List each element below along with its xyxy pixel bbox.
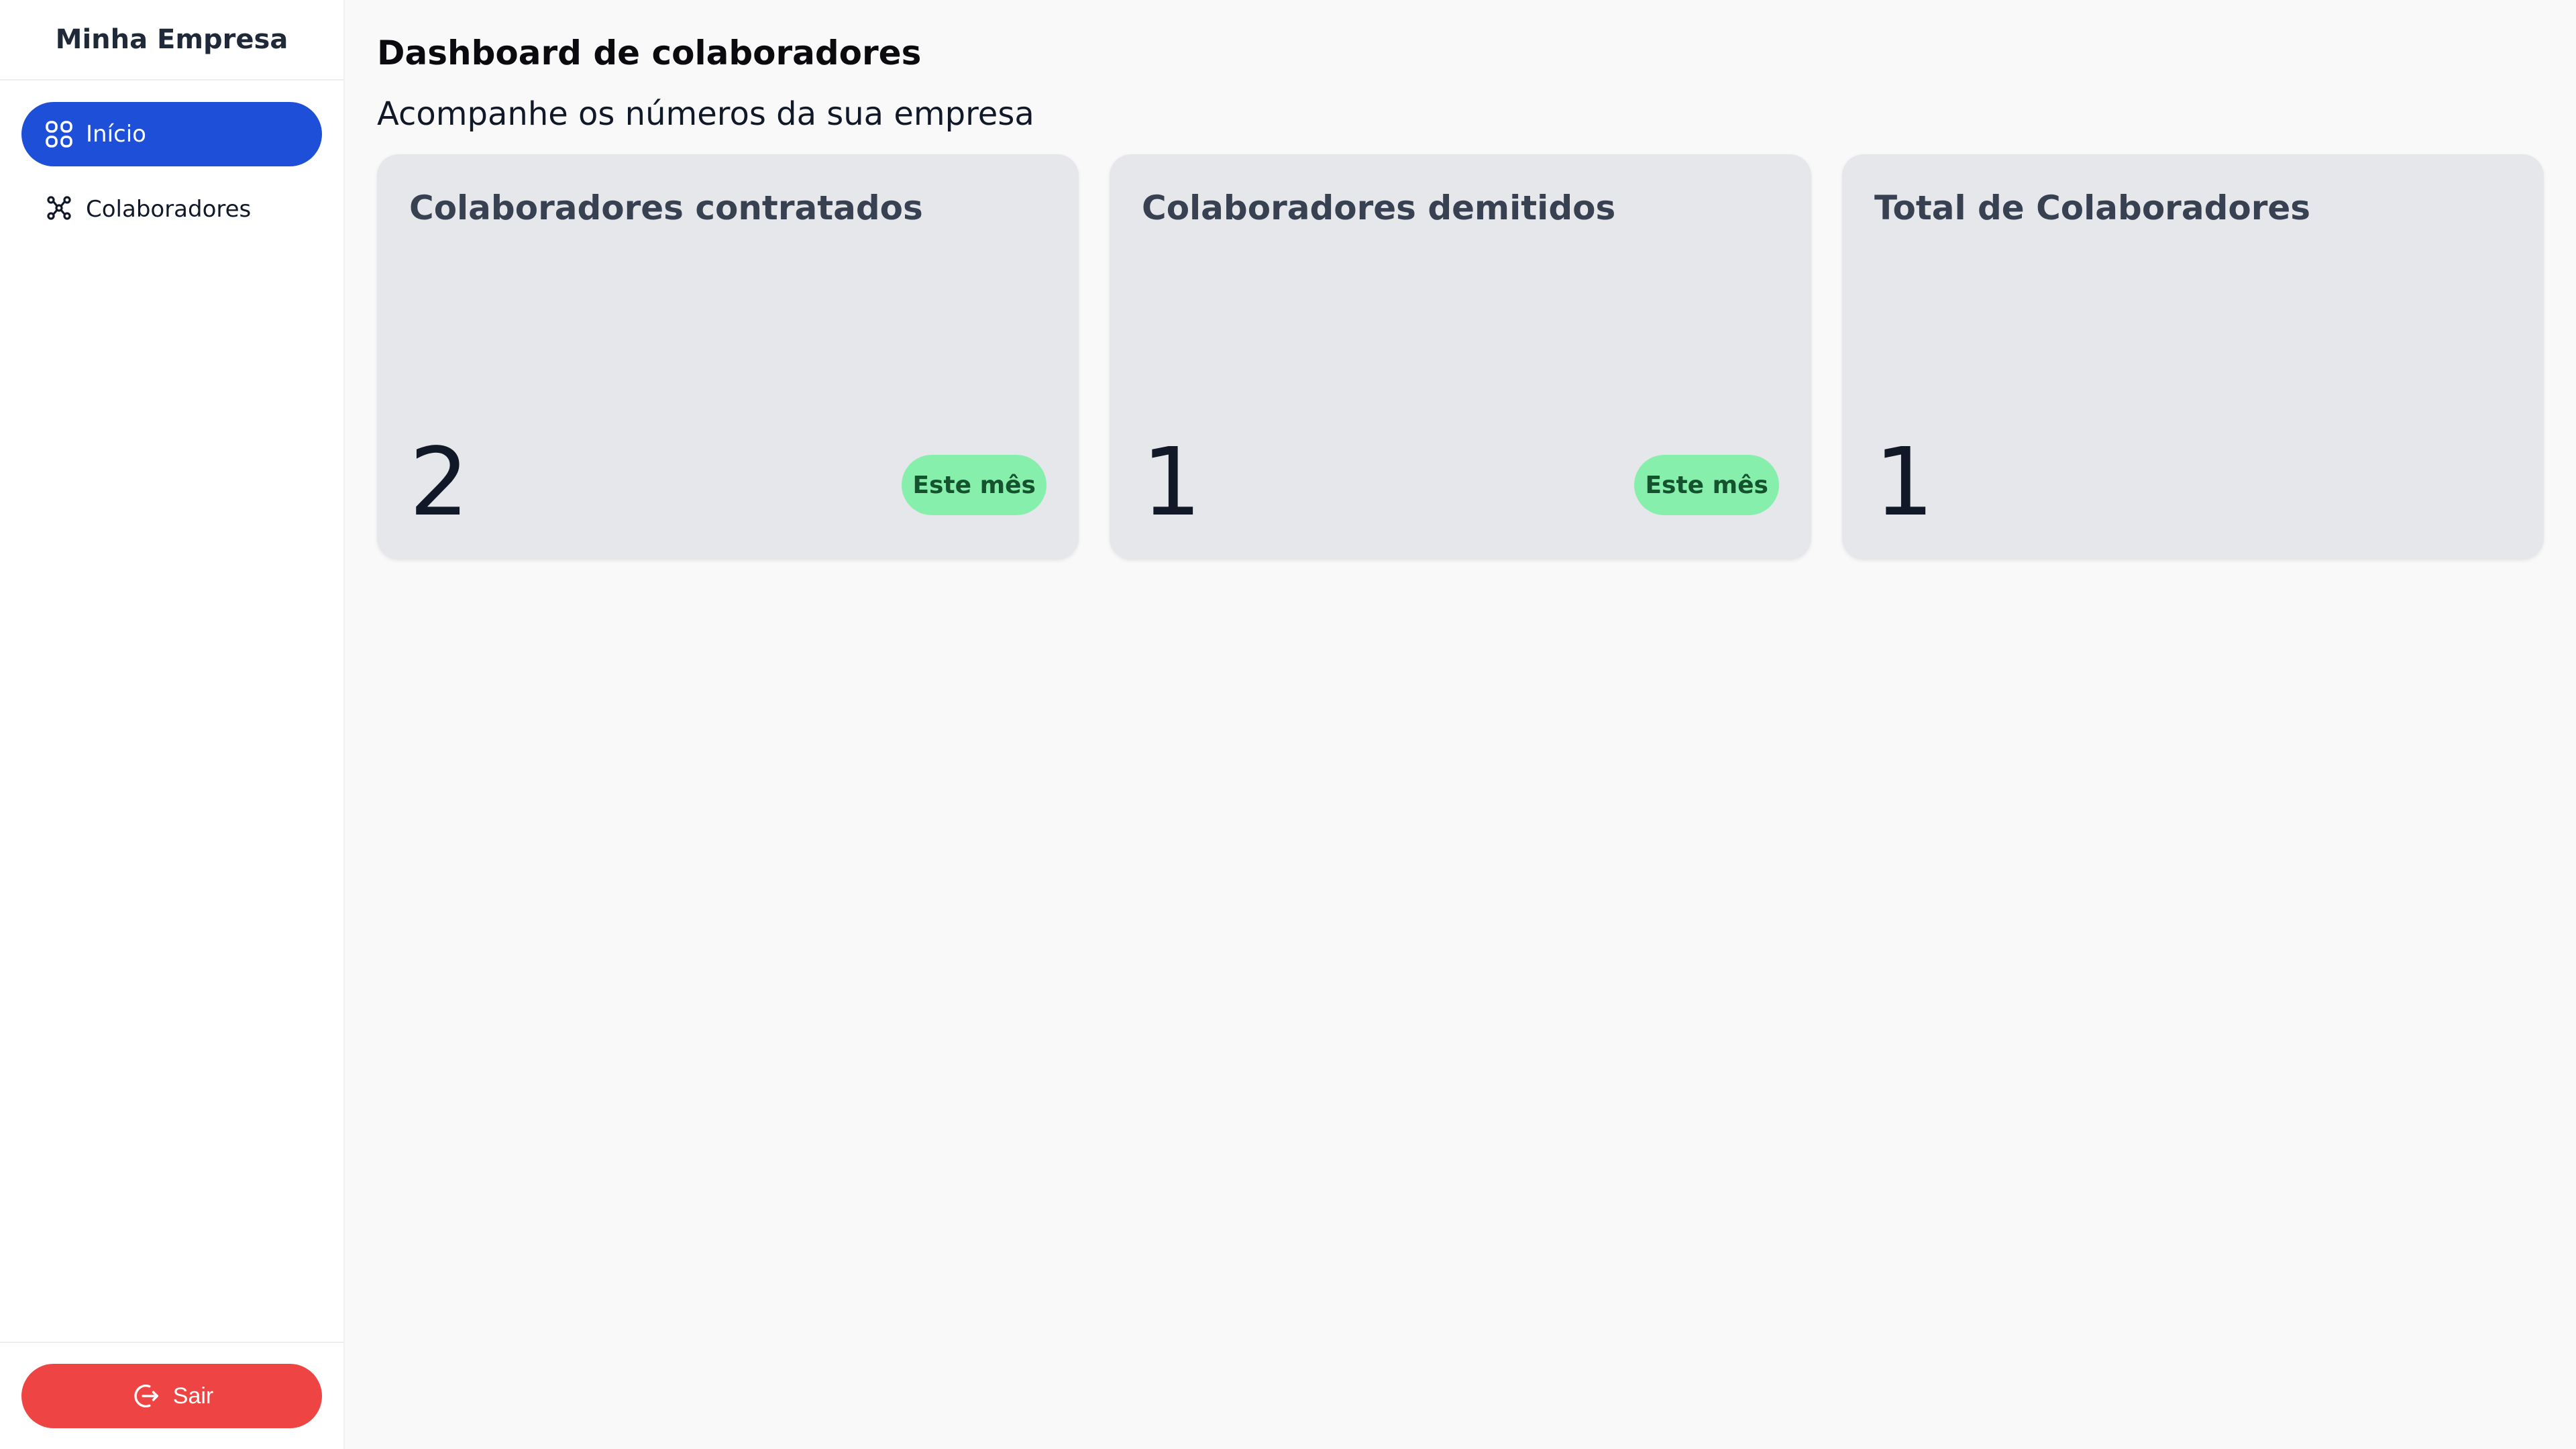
logout-icon xyxy=(130,1381,161,1411)
page-subtitle: Acompanhe os números da sua empresa xyxy=(377,95,1034,133)
sidebar-nav: Início Colaboradores xyxy=(0,80,343,241)
sidebar-item-colaboradores[interactable]: Colaboradores xyxy=(21,177,322,241)
app-root: Minha Empresa Início Colaboradores Sair … xyxy=(0,0,2576,1449)
sidebar-footer: Sair xyxy=(0,1342,343,1449)
sidebar-item-label: Início xyxy=(86,121,146,148)
main-content: Dashboard de colaboradores Acompanhe os … xyxy=(345,0,2576,1449)
people-network-icon xyxy=(43,193,75,225)
grid-icon xyxy=(43,118,75,150)
card-title: Colaboradores demitidos xyxy=(1142,189,1616,227)
card-value: 2 xyxy=(409,428,470,537)
card-title: Colaboradores contratados xyxy=(409,189,923,227)
card-dismissed: Colaboradores demitidos 1 Este mês xyxy=(1110,154,1811,559)
card-hired: Colaboradores contratados 2 Este mês xyxy=(377,154,1079,559)
sidebar-item-inicio[interactable]: Início xyxy=(21,102,322,166)
sidebar: Minha Empresa Início Colaboradores Sair xyxy=(0,0,345,1449)
period-badge: Este mês xyxy=(1634,455,1779,515)
stats-cards: Colaboradores contratados 2 Este mês Col… xyxy=(377,154,2544,559)
card-total: Total de Colaboradores 1 xyxy=(1842,154,2544,559)
sidebar-item-label: Colaboradores xyxy=(86,196,252,223)
logout-label: Sair xyxy=(172,1383,214,1409)
period-badge: Este mês xyxy=(902,455,1046,515)
logout-button[interactable]: Sair xyxy=(21,1364,322,1428)
card-value: 1 xyxy=(1874,428,1935,537)
brand-name: Minha Empresa xyxy=(0,0,343,80)
page-title: Dashboard de colaboradores xyxy=(377,34,922,72)
card-value: 1 xyxy=(1142,428,1202,537)
card-title: Total de Colaboradores xyxy=(1874,189,2311,227)
